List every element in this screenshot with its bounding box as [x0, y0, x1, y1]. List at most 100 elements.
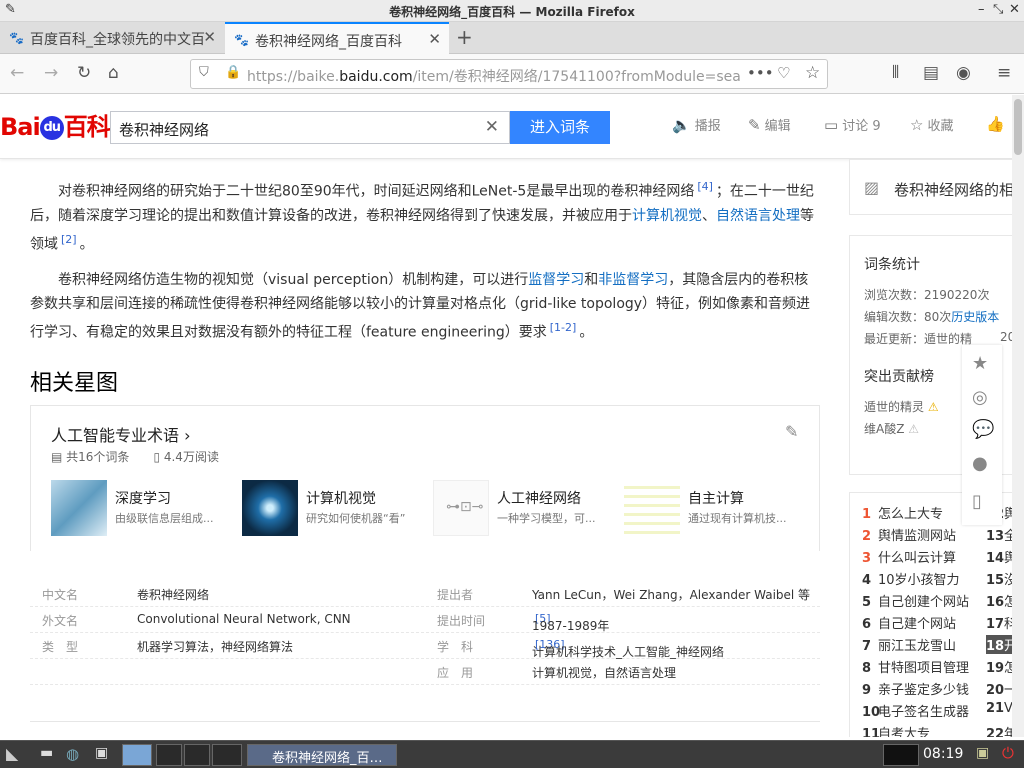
workspace-1[interactable]	[156, 744, 182, 766]
article-body: 对卷积神经网络的研究始于二十世纪80至90年代，时间延迟网络和LeNet-5是最…	[30, 175, 820, 357]
link-computer-vision[interactable]: 计算机视觉	[632, 208, 702, 224]
close-tab-icon[interactable]: ✕	[428, 30, 441, 48]
hot-rank-item[interactable]: 15沒	[986, 569, 1012, 588]
hot-rank-item[interactable]: 7 丽江玉龙雪山	[862, 635, 956, 654]
link-nlp[interactable]: 自然语言处理	[716, 208, 800, 224]
favorite-star-icon[interactable]: ★	[972, 353, 988, 374]
hot-rank-item[interactable]: 21V	[986, 701, 1012, 716]
hot-rank-item[interactable]: 4 10岁小孩智力	[862, 569, 960, 588]
hot-rank-item[interactable]: 20一	[986, 679, 1012, 698]
link-unsupervised[interactable]: 非监督学习	[598, 272, 668, 288]
close-window-icon[interactable]: ✕	[1009, 2, 1020, 17]
hot-rank-item[interactable]: 9 亲子鉴定多少钱	[862, 679, 969, 698]
baidu-baike-logo[interactable]: Bai du 百科	[0, 107, 111, 142]
workspace-3[interactable]	[212, 744, 242, 766]
search-box[interactable]: 卷积神经网络 ✕	[110, 111, 510, 144]
edit-pencil-icon[interactable]: ✎	[785, 422, 798, 441]
hot-rank-item[interactable]: 17科	[986, 613, 1012, 632]
minimize-icon[interactable]: –	[978, 2, 985, 17]
page-viewport: Bai du 百科 卷积神经网络 ✕ 进入词条 🔈 播报 ✎ 编辑 ▭ 讨论 9 ☆ 收藏 …	[0, 95, 1012, 737]
ref[interactable]: [4]	[697, 180, 713, 193]
menu-icon[interactable]: ≡	[997, 63, 1011, 83]
contributor[interactable]: 遁世的精灵 ⚠	[864, 398, 939, 415]
edit-button[interactable]: ✎ 编辑	[748, 115, 791, 134]
reload-icon[interactable]: ↻	[77, 63, 91, 83]
history-link[interactable]: 历史版本	[951, 310, 999, 324]
browser-icon[interactable]: ◍	[66, 745, 79, 763]
hot-rank-item[interactable]: 2 舆情监测网站	[862, 525, 956, 544]
hot-rank-item[interactable]: 13全	[986, 525, 1012, 544]
hot-rank-item[interactable]: 1 怎么上大专	[862, 503, 943, 522]
back-icon[interactable]: ←	[10, 63, 24, 83]
page-actions-icon[interactable]: •••	[747, 64, 774, 82]
ref[interactable]: [1-2]	[550, 321, 577, 334]
new-tab-icon[interactable]: +	[456, 25, 473, 49]
tab-baike-home[interactable]: 🐾 百度百科_全球领先的中文百 ✕	[0, 22, 224, 54]
file-manager-icon[interactable]: ▬	[40, 745, 53, 761]
firefox-launcher-icon[interactable]	[122, 744, 152, 766]
user-icon[interactable]: ▣	[976, 745, 989, 761]
page-scrollbar[interactable]	[1012, 95, 1024, 737]
mobile-icon[interactable]: ▯	[972, 491, 982, 512]
taskbar-window-firefox[interactable]: 卷积神经网络_百…	[247, 744, 397, 766]
shield-icon[interactable]: ⛉	[199, 65, 209, 80]
hot-rank-item[interactable]: 3 什么叫云计算	[862, 547, 956, 566]
hot-rank-item[interactable]: 5 自己创建个网站	[862, 591, 969, 610]
power-icon[interactable]: ⏻	[1002, 744, 1014, 762]
broadcast-button[interactable]: 🔈 播报	[672, 115, 721, 134]
enter-entry-button[interactable]: 进入词条	[510, 111, 610, 144]
sidebar-icon[interactable]: ▤	[923, 63, 939, 83]
lock-icon[interactable]: 🔒	[225, 65, 241, 80]
clear-search-icon[interactable]: ✕	[485, 117, 499, 137]
discuss-button[interactable]: ▭ 讨论 9	[824, 115, 881, 134]
account-icon[interactable]: ◉	[956, 63, 971, 83]
hot-rank-item[interactable]: 8 甘特图项目管理	[862, 657, 969, 676]
terminal-icon[interactable]: ▣	[95, 745, 108, 761]
workspace-2[interactable]	[184, 744, 210, 766]
hot-rank-item[interactable]: 19怎	[986, 657, 1012, 676]
album-box[interactable]: ▨ 卷积神经网络的相	[849, 159, 1012, 215]
star-map-title[interactable]: 人工智能专业术语 ›	[51, 422, 191, 446]
hot-rank-item[interactable]: 22年	[986, 723, 1012, 737]
star-item-deep-learning[interactable]: 深度学习 由级联信息层组成...	[51, 480, 231, 536]
baidu-paw-icon: 🐾	[9, 31, 24, 45]
weibo-icon[interactable]: ◎	[972, 387, 988, 408]
window-titlebar: 卷积神经网络_百度百科 — Mozilla Firefox ✎ – ⤡ ✕	[0, 0, 1024, 22]
nav-toolbar: ← → ↻ ⌂ ⛉ 🔒 https://baike.baidu.com/item…	[0, 54, 1024, 94]
pocket-icon[interactable]: ♡	[777, 64, 790, 82]
contributor[interactable]: 维A酸Z ⚠	[864, 420, 919, 437]
qq-icon[interactable]: ●	[972, 453, 988, 474]
search-input[interactable]: 卷积神经网络	[119, 119, 209, 140]
bookmark-star-icon[interactable]: ☆	[805, 63, 820, 83]
star-item-computer-vision[interactable]: 计算机视觉 研究如何使机器“看”	[242, 480, 422, 536]
clock: 08:19	[923, 746, 964, 762]
ref[interactable]: [2]	[61, 233, 77, 246]
url-bar[interactable]: ⛉ 🔒 https://baike.baidu.com/item/卷积神经网络/…	[190, 59, 828, 89]
library-icon[interactable]: ⫴	[892, 63, 899, 83]
tab-label: 卷积神经网络_百度百科	[255, 34, 402, 50]
start-menu-icon[interactable]: ◣	[6, 744, 18, 763]
home-icon[interactable]: ⌂	[108, 63, 119, 83]
favorite-button[interactable]: ☆ 收藏	[910, 115, 953, 134]
tab-cnn[interactable]: 🐾 卷积神经网络_百度百科 ✕	[225, 22, 449, 55]
link-supervised[interactable]: 监督学习	[528, 272, 584, 288]
comment-icon: ▭	[824, 116, 839, 134]
hot-rank-item[interactable]: 18开	[986, 635, 1012, 654]
app-menu-icon[interactable]: ✎	[5, 2, 16, 17]
hot-rank-item[interactable]: 6 自己建个网站	[862, 613, 956, 632]
forward-icon[interactable]: →	[44, 63, 58, 83]
maximize-icon[interactable]: ⤡	[993, 2, 1003, 17]
wechat-icon[interactable]: 💬	[972, 419, 994, 440]
speaker-icon: 🔈	[672, 116, 691, 134]
close-tab-icon[interactable]: ✕	[203, 28, 216, 46]
tab-label: 百度百科_全球领先的中文百	[30, 32, 205, 48]
star-item-ann[interactable]: ⊶⊡⊸ 人工神经网络 一种学习模型，可...	[433, 480, 613, 536]
hot-rank-item[interactable]: 10电子签名生成器	[862, 701, 969, 720]
hot-rank-item[interactable]: 16怎	[986, 591, 1012, 610]
like-icon[interactable]: 👍	[986, 115, 1009, 133]
hot-rank-item[interactable]: 11自考大专	[862, 723, 930, 737]
star-item-autonomic[interactable]: 自主计算 通过现有计算机技...	[624, 480, 804, 536]
scroll-thumb[interactable]	[1014, 99, 1022, 155]
star-map-meta: ▤ 共16个词条 ▯ 4.4万阅读	[51, 450, 219, 464]
hot-rank-item[interactable]: 14舆	[986, 547, 1012, 566]
